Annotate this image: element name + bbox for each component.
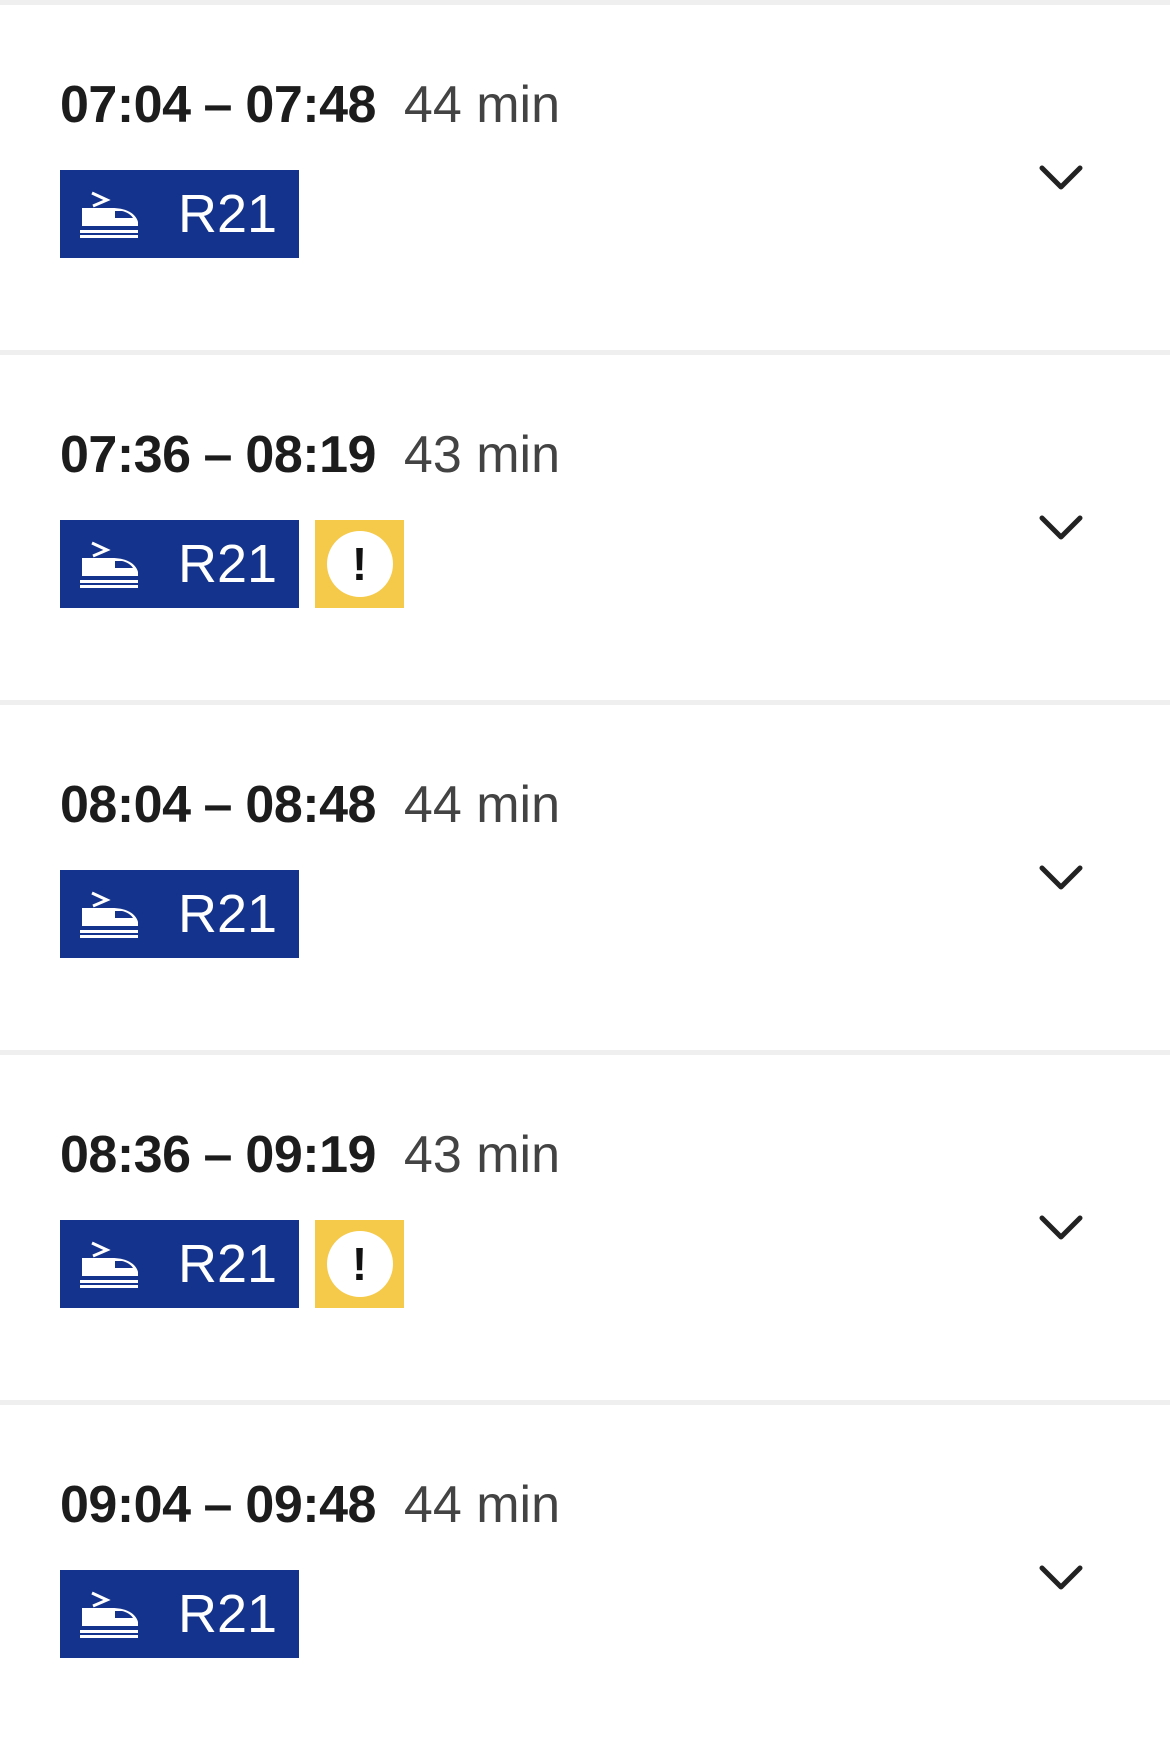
exclamation-icon: ! (326, 1231, 393, 1297)
regional-train-icon (76, 890, 140, 938)
expand-button[interactable] (1032, 1555, 1090, 1601)
line-badge: R21 (60, 1570, 299, 1658)
arrival-time: 08:19 (245, 426, 376, 484)
time-row: 07:36 – 08:19 43 min (60, 425, 560, 485)
arrival-time: 08:48 (245, 776, 376, 834)
line-label: R21 (178, 1234, 278, 1294)
arrival-time: 09:19 (245, 1126, 376, 1184)
badge-row: R21 (60, 170, 299, 258)
chevron-down-icon (1038, 1214, 1084, 1242)
trip-duration: 44 min (403, 776, 560, 834)
line-label: R21 (178, 1584, 278, 1644)
trip-duration: 43 min (403, 426, 560, 484)
line-badge: R21 (60, 870, 299, 958)
line-label: R21 (178, 184, 278, 244)
time-row: 07:04 – 07:48 44 min (60, 75, 560, 135)
time-separator: – (203, 1126, 233, 1184)
chevron-down-icon (1038, 864, 1084, 892)
chevron-down-icon (1038, 514, 1084, 542)
trip-duration: 43 min (403, 1126, 560, 1184)
time-separator: – (203, 426, 233, 484)
arrival-time: 09:48 (245, 1476, 376, 1534)
badge-row: R21 ! (60, 1220, 404, 1308)
time-separator: – (203, 776, 233, 834)
connection-card[interactable]: 09:04 – 09:48 44 min R21 (0, 1400, 1170, 1750)
arrival-time: 07:48 (245, 76, 376, 134)
time-separator: – (203, 1476, 233, 1534)
regional-train-icon (76, 540, 140, 588)
badge-row: R21 ! (60, 520, 404, 608)
badge-row: R21 (60, 1570, 299, 1658)
time-separator: – (203, 76, 233, 134)
regional-train-icon (76, 1240, 140, 1288)
line-label: R21 (178, 884, 278, 944)
regional-train-icon (76, 190, 140, 238)
line-badge: R21 (60, 1220, 299, 1308)
departure-time: 09:04 (60, 1476, 191, 1534)
trip-duration: 44 min (403, 76, 560, 134)
regional-train-icon (76, 1590, 140, 1638)
disruption-alert-badge: ! (315, 1220, 404, 1308)
expand-button[interactable] (1032, 1205, 1090, 1251)
expand-button[interactable] (1032, 155, 1090, 201)
connection-card[interactable]: 08:04 – 08:48 44 min R21 (0, 700, 1170, 1050)
connection-card[interactable]: 07:36 – 08:19 43 min R21 ! (0, 350, 1170, 700)
departure-time: 08:04 (60, 776, 191, 834)
badge-row: R21 (60, 870, 299, 958)
departure-time: 08:36 (60, 1126, 191, 1184)
connection-card[interactable]: 08:36 – 09:19 43 min R21 ! (0, 1050, 1170, 1400)
exclamation-icon: ! (326, 531, 393, 597)
trip-duration: 44 min (403, 1476, 560, 1534)
departure-time: 07:04 (60, 76, 191, 134)
connection-list: 07:04 – 07:48 44 min R21 07:36 – 08:19 4… (0, 0, 1170, 1750)
time-row: 09:04 – 09:48 44 min (60, 1475, 560, 1535)
chevron-down-icon (1038, 1564, 1084, 1592)
expand-button[interactable] (1032, 505, 1090, 551)
departure-time: 07:36 (60, 426, 191, 484)
line-label: R21 (178, 534, 278, 594)
connection-card[interactable]: 07:04 – 07:48 44 min R21 (0, 0, 1170, 350)
line-badge: R21 (60, 170, 299, 258)
expand-button[interactable] (1032, 855, 1090, 901)
line-badge: R21 (60, 520, 299, 608)
time-row: 08:04 – 08:48 44 min (60, 775, 560, 835)
disruption-alert-badge: ! (315, 520, 404, 608)
time-row: 08:36 – 09:19 43 min (60, 1125, 560, 1185)
chevron-down-icon (1038, 164, 1084, 192)
